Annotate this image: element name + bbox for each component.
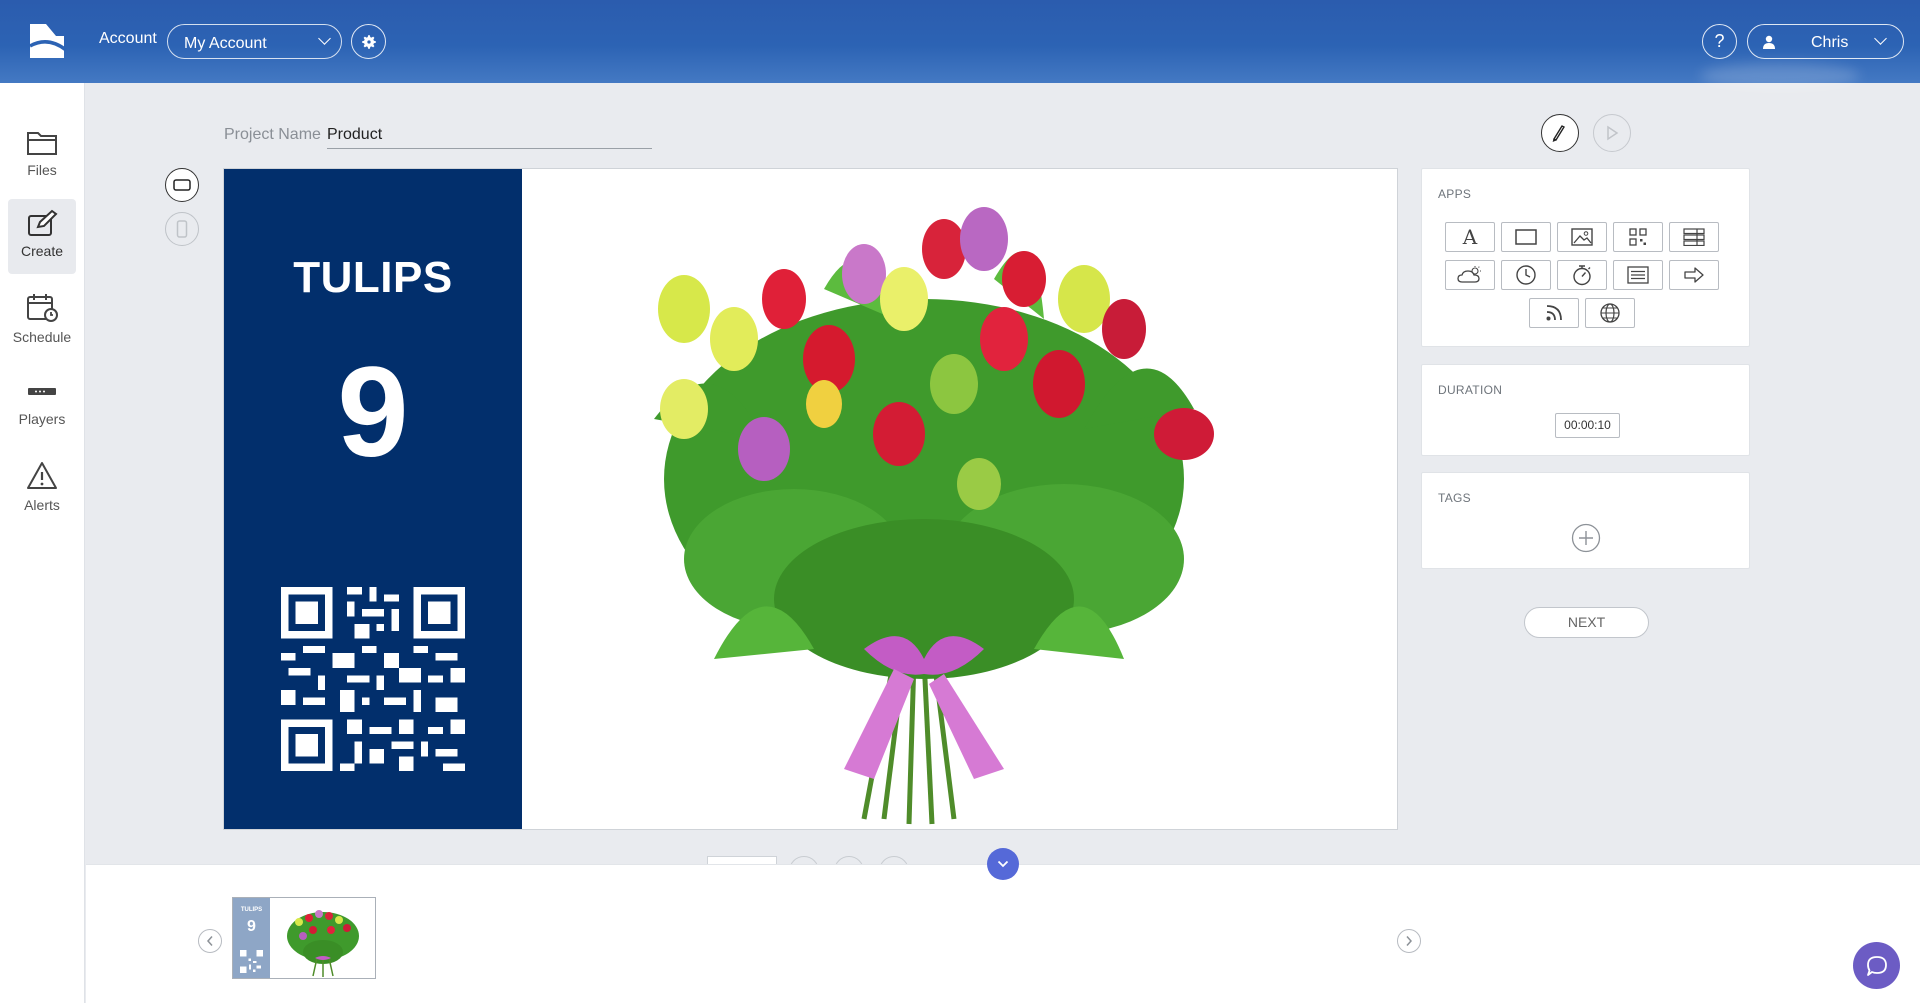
timer-icon bbox=[1573, 265, 1591, 286]
account-select-value: My Account bbox=[184, 35, 267, 52]
apps-card: APPS A bbox=[1421, 168, 1750, 347]
qr-code-icon bbox=[1629, 228, 1647, 246]
tulip-bouquet-image[interactable] bbox=[564, 179, 1284, 829]
app-qr-code-button[interactable] bbox=[1613, 222, 1663, 252]
rss-icon bbox=[1546, 305, 1562, 321]
strip-next-button[interactable] bbox=[1397, 929, 1421, 953]
chat-support-button[interactable] bbox=[1853, 942, 1900, 989]
project-name-input[interactable]: Product bbox=[327, 122, 652, 149]
gear-icon bbox=[361, 34, 376, 49]
portrait-orientation-button[interactable] bbox=[165, 212, 199, 246]
sidebar-item-label: Players bbox=[18, 411, 66, 427]
web-icon bbox=[1600, 303, 1620, 323]
create-icon bbox=[28, 209, 58, 236]
landscape-orientation-button[interactable] bbox=[165, 168, 199, 202]
account-select[interactable]: My Account bbox=[167, 24, 342, 59]
slide-canvas[interactable]: TULIPS 9 bbox=[223, 168, 1398, 830]
collapse-strip-button[interactable] bbox=[987, 848, 1019, 880]
sidebar-item-label: Files bbox=[27, 162, 57, 178]
list-icon bbox=[1627, 266, 1649, 284]
clock-icon bbox=[1516, 265, 1536, 285]
alert-icon bbox=[27, 462, 57, 489]
calendar-icon bbox=[27, 294, 58, 322]
sidebar-item-players[interactable]: Players bbox=[8, 367, 76, 442]
thumbnail-qr-icon bbox=[240, 950, 263, 973]
thumbnail-number: 9 bbox=[247, 918, 256, 935]
top-bar: Account My Account ? Chris bbox=[0, 0, 1920, 89]
preview-button[interactable] bbox=[1593, 114, 1631, 152]
add-tag-icon[interactable] bbox=[1571, 523, 1601, 553]
sidebar-item-label: Alerts bbox=[24, 497, 60, 513]
app-text-button[interactable]: A bbox=[1445, 222, 1495, 252]
header-cloud-decoration bbox=[1700, 63, 1860, 89]
edit-mode-button[interactable] bbox=[1541, 114, 1579, 152]
chevron-right-icon bbox=[1406, 936, 1413, 946]
tags-title: TAGS bbox=[1438, 491, 1471, 505]
weather-icon bbox=[1457, 266, 1481, 283]
chevron-down-icon bbox=[1874, 32, 1887, 45]
table-icon bbox=[1683, 228, 1705, 246]
next-button[interactable]: NEXT bbox=[1524, 607, 1649, 638]
app-timer-button[interactable] bbox=[1557, 260, 1607, 290]
duration-title: DURATION bbox=[1438, 383, 1503, 397]
app-logo-icon[interactable] bbox=[26, 20, 68, 62]
user-name: Chris bbox=[1811, 34, 1849, 51]
portrait-icon bbox=[176, 220, 188, 238]
landscape-icon bbox=[173, 179, 191, 191]
app-arrow-button[interactable] bbox=[1669, 260, 1719, 290]
slide-number-text[interactable]: 9 bbox=[224, 349, 522, 477]
slide-title-text[interactable]: TULIPS bbox=[224, 253, 522, 303]
sidebar-item-create[interactable]: Create bbox=[8, 199, 76, 274]
app-web-button[interactable] bbox=[1585, 298, 1635, 328]
duration-input[interactable]: 00:00:10 bbox=[1555, 413, 1620, 438]
app-image-button[interactable] bbox=[1557, 222, 1607, 252]
thumbnail-bouquet-image bbox=[287, 910, 359, 977]
sidebar-item-files[interactable]: Files bbox=[8, 118, 76, 193]
sidebar-item-label: Create bbox=[20, 243, 64, 259]
player-icon bbox=[28, 388, 56, 395]
folder-icon bbox=[27, 132, 57, 155]
app-rectangle-button[interactable] bbox=[1501, 222, 1551, 252]
user-icon bbox=[1763, 35, 1775, 49]
project-name-label: Project Name bbox=[224, 126, 321, 143]
strip-prev-button[interactable] bbox=[198, 929, 222, 953]
tags-card: TAGS bbox=[1421, 472, 1750, 569]
pencil-icon bbox=[1552, 125, 1565, 142]
thumbnail-title: TULIPS bbox=[240, 907, 263, 913]
sidebar-item-schedule[interactable]: Schedule bbox=[8, 283, 76, 358]
app-rss-button[interactable] bbox=[1529, 298, 1579, 328]
text-icon: A bbox=[1462, 225, 1478, 249]
chevron-left-icon bbox=[206, 936, 213, 946]
apps-title: APPS bbox=[1438, 187, 1472, 201]
app-clock-button[interactable] bbox=[1501, 260, 1551, 290]
app-table-button[interactable] bbox=[1669, 222, 1719, 252]
account-label: Account bbox=[99, 30, 157, 47]
sidebar: Files Create Schedule Players Alerts bbox=[0, 83, 85, 1003]
chevron-down-icon bbox=[318, 32, 331, 45]
help-button[interactable]: ? bbox=[1702, 24, 1737, 59]
slide-thumbnail[interactable]: TULIPS 9 bbox=[232, 897, 376, 979]
duration-card: DURATION 00:00:10 bbox=[1421, 364, 1750, 456]
chat-icon bbox=[1866, 955, 1887, 976]
sidebar-item-alerts[interactable]: Alerts bbox=[8, 451, 76, 526]
rectangle-icon bbox=[1515, 229, 1537, 245]
account-settings-button[interactable] bbox=[351, 24, 386, 59]
sidebar-item-label: Schedule bbox=[12, 329, 72, 345]
chevron-down-icon bbox=[997, 860, 1009, 868]
app-weather-button[interactable] bbox=[1445, 260, 1495, 290]
image-icon bbox=[1571, 228, 1593, 246]
app-list-button[interactable] bbox=[1613, 260, 1663, 290]
play-icon bbox=[1607, 125, 1619, 141]
user-menu-button[interactable]: Chris bbox=[1747, 24, 1904, 59]
slide-side-panel[interactable]: TULIPS 9 bbox=[224, 169, 522, 829]
arrow-right-icon bbox=[1684, 267, 1704, 283]
qr-code-image[interactable] bbox=[281, 587, 465, 771]
